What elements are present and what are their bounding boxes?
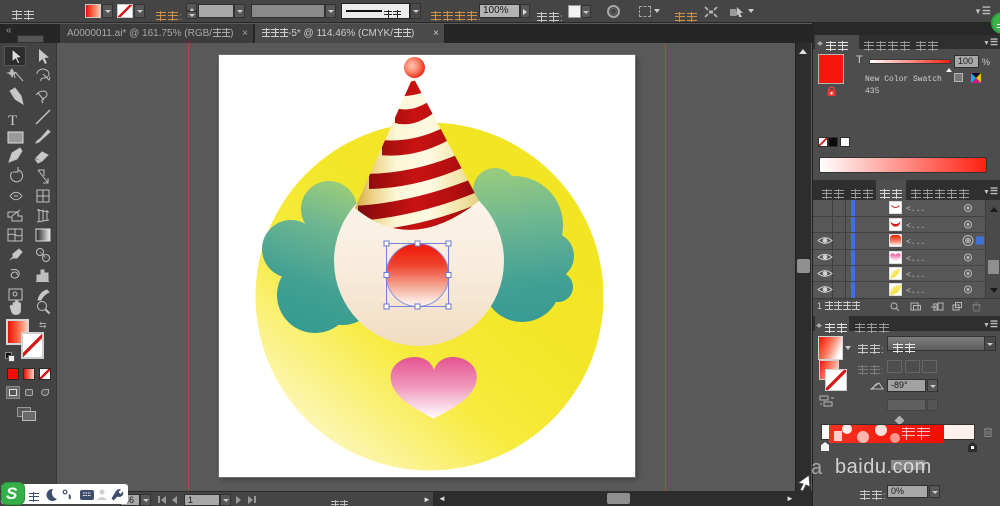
svg-text:<...: <... <box>906 255 925 264</box>
svg-text:T: T <box>8 113 17 129</box>
svg-text:<...: <... <box>906 238 925 247</box>
svg-text:<...: <... <box>906 287 925 296</box>
svg-text:<...: <... <box>906 271 925 280</box>
svg-text:<...: <... <box>906 222 925 231</box>
svg-text:<...: <... <box>906 205 925 214</box>
